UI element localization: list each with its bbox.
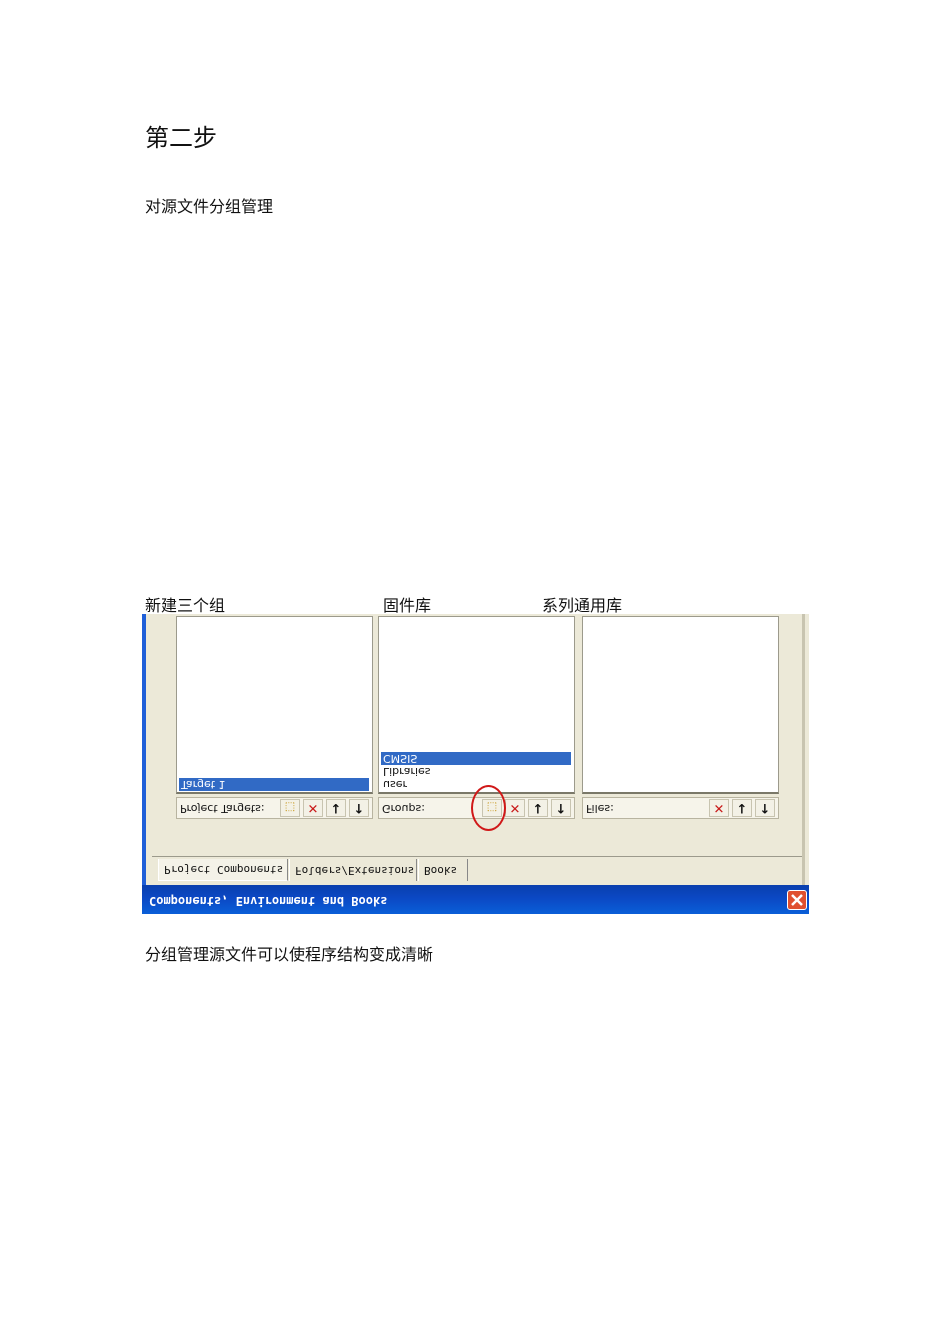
caption-series-lib: 系列通用库 [542, 596, 623, 615]
targets-list[interactable]: Target 1 [176, 616, 373, 794]
groups-list[interactable]: user Libraries CMSIS [378, 616, 575, 794]
groups-label: Groups: [382, 802, 425, 815]
tab-books[interactable]: Books [418, 859, 468, 881]
move-up-icon: ↑ [555, 800, 567, 816]
files-label: Files: [586, 802, 614, 815]
title-bar: Components, Environment and Books [142, 885, 809, 914]
dialog-title: Components, Environment and Books [149, 894, 388, 908]
window-edge [802, 614, 805, 885]
delete-icon: ✕ [713, 800, 725, 816]
tab-strip: Project Components Folders/Extensions Bo… [152, 856, 802, 885]
delete-target-button[interactable]: ✕ [303, 799, 323, 817]
move-file-down-button[interactable]: ↓ [732, 799, 752, 817]
files-list[interactable] [582, 616, 779, 794]
files-toolbar: Files: ✕ ↓ ↑ [582, 797, 779, 819]
components-dialog: Components, Environment and Books Projec… [142, 614, 809, 914]
list-item[interactable]: CMSIS [381, 752, 571, 765]
move-group-down-button[interactable]: ↓ [528, 799, 548, 817]
move-down-icon: ↓ [532, 800, 544, 816]
move-down-icon: ↓ [736, 800, 748, 816]
intro-text: 对源文件分组管理 [145, 197, 274, 216]
move-group-up-button[interactable]: ↑ [551, 799, 571, 817]
move-target-up-button[interactable]: ↑ [349, 799, 369, 817]
delete-group-button[interactable]: ✕ [505, 799, 525, 817]
targets-toolbar: Project Targets: ⬚ ✕ ↓ ↑ [176, 797, 373, 819]
close-button[interactable] [787, 890, 807, 910]
highlight-circle [471, 785, 506, 831]
move-up-icon: ↑ [759, 800, 771, 816]
close-icon [791, 894, 803, 906]
summary-text: 分组管理源文件可以使程序结构变成清晰 [145, 945, 434, 964]
tab-folders-extensions[interactable]: Folders/Extensions [289, 859, 417, 881]
caption-firmware-lib: 固件库 [383, 596, 432, 615]
new-icon: ⬚ [284, 801, 296, 815]
move-file-up-button[interactable]: ↑ [755, 799, 775, 817]
delete-icon: ✕ [307, 800, 319, 816]
tab-project-components[interactable]: Project Components [158, 859, 288, 881]
caption-new-groups: 新建三个组 [145, 596, 226, 615]
new-target-button[interactable]: ⬚ [280, 799, 300, 817]
targets-label: Project Targets: [180, 802, 265, 815]
delete-file-button[interactable]: ✕ [709, 799, 729, 817]
dialog-screenshot: Components, Environment and Books Projec… [142, 614, 809, 914]
list-item[interactable]: Libraries [381, 765, 571, 778]
step-heading: 第二步 [145, 124, 217, 152]
window-border [142, 614, 146, 885]
delete-icon: ✕ [509, 800, 521, 816]
list-item[interactable]: user [381, 778, 571, 791]
move-down-icon: ↓ [330, 800, 342, 816]
list-item[interactable]: Target 1 [179, 778, 369, 791]
move-up-icon: ↑ [353, 800, 365, 816]
move-target-down-button[interactable]: ↓ [326, 799, 346, 817]
